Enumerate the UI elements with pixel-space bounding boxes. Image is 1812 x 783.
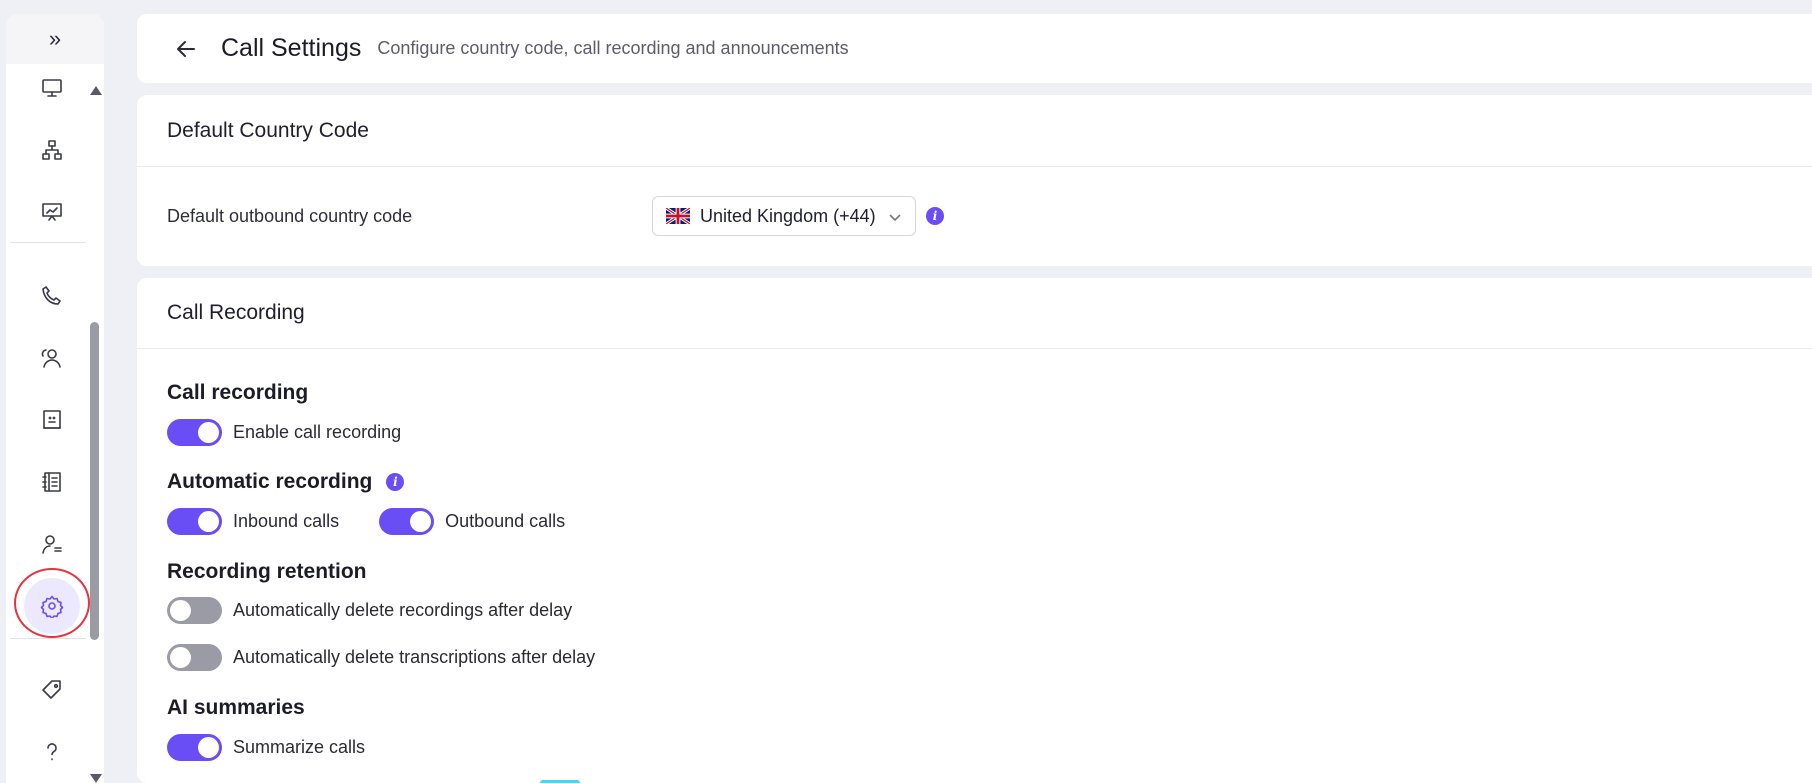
page-header: Call Settings Configure country code, ca… bbox=[137, 14, 1812, 83]
call-recording-title: Call recording bbox=[167, 381, 309, 404]
sidebar-item-org-chart[interactable] bbox=[24, 122, 80, 178]
enable-call-recording-toggle[interactable] bbox=[167, 419, 222, 446]
outbound-calls-toggle[interactable] bbox=[379, 508, 435, 535]
sidebar-item-analytics[interactable] bbox=[24, 184, 80, 240]
sidebar-item-users[interactable] bbox=[24, 330, 80, 386]
directory-book-icon bbox=[42, 472, 61, 492]
ai-summaries-title: AI summaries bbox=[167, 696, 305, 719]
automatic-recording-title: Automatic recording i bbox=[167, 470, 405, 494]
page-title: Call Settings bbox=[221, 34, 362, 62]
delete-recordings-row: Automatically delete recordings after de… bbox=[167, 597, 572, 624]
automatic-recording-row: Inbound calls Outbound calls bbox=[167, 508, 565, 535]
scroll-down-arrow-icon[interactable] bbox=[90, 774, 102, 783]
outbound-calls-label: Outbound calls bbox=[445, 511, 566, 531]
sidebar-item-contacts[interactable] bbox=[24, 392, 80, 448]
enable-call-recording-row: Enable call recording bbox=[167, 419, 401, 446]
call-recording-card: Call Recording Call recording Enable cal… bbox=[137, 278, 1812, 783]
sidebar-divider bbox=[10, 242, 86, 243]
hierarchy-icon bbox=[42, 140, 62, 160]
automatic-recording-label: Automatic recording bbox=[167, 470, 373, 493]
country-code-row: Default outbound country code United Kin… bbox=[137, 167, 1812, 265]
users-icon bbox=[41, 349, 61, 368]
sidebar-item-user-settings[interactable] bbox=[24, 516, 80, 572]
sidebar-item-calls[interactable] bbox=[24, 268, 80, 324]
chevron-down-icon bbox=[887, 209, 903, 230]
info-icon[interactable]: i bbox=[926, 207, 944, 225]
inbound-calls-label: Inbound calls bbox=[233, 511, 340, 531]
double-chevron-right-icon: » bbox=[48, 26, 62, 51]
delete-recordings-label: Automatically delete recordings after de… bbox=[233, 600, 573, 620]
scroll-up-arrow-icon[interactable] bbox=[90, 86, 102, 95]
sidebar-item-tags[interactable] bbox=[24, 662, 80, 718]
help-icon bbox=[47, 743, 57, 761]
enable-call-recording-label: Enable call recording bbox=[233, 422, 402, 442]
gear-icon bbox=[40, 595, 64, 618]
delete-transcriptions-row: Automatically delete transcriptions afte… bbox=[167, 644, 595, 671]
sidebar-item-monitor[interactable] bbox=[24, 60, 80, 116]
presentation-chart-icon bbox=[42, 203, 62, 221]
tag-icon bbox=[42, 680, 61, 699]
inbound-calls-group: Inbound calls bbox=[167, 508, 339, 535]
back-button[interactable] bbox=[169, 32, 203, 66]
summarize-calls-label: Summarize calls bbox=[233, 737, 366, 757]
monitor-icon bbox=[42, 79, 62, 97]
user-settings-icon bbox=[42, 535, 62, 554]
country-code-value: United Kingdom (+44) bbox=[700, 205, 876, 226]
sidebar-item-directory[interactable] bbox=[24, 454, 80, 510]
sidebar-item-settings[interactable] bbox=[14, 568, 90, 638]
sidebar-divider bbox=[10, 638, 86, 639]
uk-flag-icon bbox=[666, 208, 690, 224]
outbound-calls-group: Outbound calls bbox=[379, 508, 565, 535]
section-title: Call Recording bbox=[137, 278, 1812, 349]
delete-recordings-toggle[interactable] bbox=[167, 597, 222, 624]
sidebar-item-help[interactable] bbox=[24, 724, 80, 780]
sidebar: » bbox=[6, 14, 104, 783]
phone-icon bbox=[42, 286, 61, 305]
info-icon[interactable]: i bbox=[386, 473, 405, 491]
contact-card-icon bbox=[43, 410, 61, 429]
delete-transcriptions-label: Automatically delete transcriptions afte… bbox=[233, 647, 596, 667]
delete-transcriptions-toggle[interactable] bbox=[167, 644, 222, 671]
country-code-card: Default Country Code Default outbound co… bbox=[137, 95, 1812, 266]
sidebar-scrollbar[interactable] bbox=[88, 72, 102, 783]
scrollbar-thumb[interactable] bbox=[90, 322, 99, 640]
country-code-label: Default outbound country code bbox=[167, 205, 413, 226]
section-title: Default Country Code bbox=[137, 95, 1812, 167]
arrow-left-icon bbox=[177, 40, 195, 57]
sidebar-expand-button[interactable]: » bbox=[6, 14, 104, 64]
page-subtitle: Configure country code, call recording a… bbox=[377, 38, 849, 58]
recording-retention-title: Recording retention bbox=[167, 560, 367, 583]
summarize-calls-row: Summarize calls bbox=[167, 734, 365, 761]
country-code-select[interactable]: United Kingdom (+44) bbox=[652, 196, 916, 236]
inbound-calls-toggle[interactable] bbox=[167, 508, 222, 535]
summarize-calls-toggle[interactable] bbox=[167, 734, 222, 761]
